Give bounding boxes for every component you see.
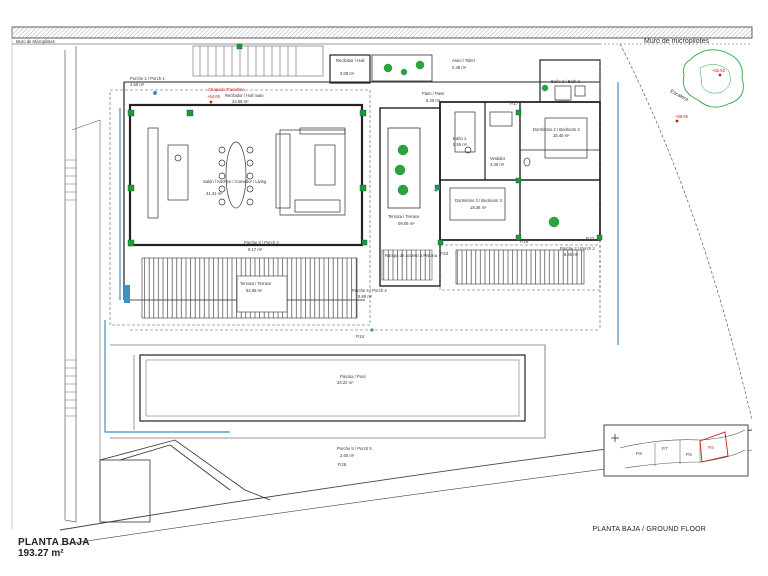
- level-mark-1: +64.00: [207, 94, 221, 99]
- floor-title: PLANTA BAJA: [18, 537, 90, 548]
- room-terrace-main-name: Terraza / Terrace: [240, 281, 272, 286]
- room-porch2-area: 8.60 m²: [564, 252, 579, 257]
- room-wc-name: Aseo / Toilet: [452, 58, 476, 63]
- wall-label-right: Muro de micropilotes: [644, 38, 709, 45]
- annotation-layer: Muro de Micropilotes Muro de micropilote…: [16, 38, 726, 467]
- level-mark-2: +62.93: [712, 68, 726, 73]
- pillar-p24: P.24: [356, 334, 365, 339]
- tree-canopy: [682, 49, 744, 108]
- room-dressing-area: 4.30 m²: [490, 162, 505, 167]
- room-hall-area: 22.58 m²: [232, 99, 249, 104]
- room-terrace-inner-name: Terraza / Terrace: [388, 214, 420, 219]
- room-bedroom3-name: Dormitorio 3 / Bedroom 3: [455, 198, 502, 203]
- room-terrace-main-area: 52.58 m²: [246, 288, 263, 293]
- pillar-p25: P.25: [520, 239, 529, 244]
- room-terrace-inner-area: 09.06 m²: [398, 221, 415, 226]
- room-porch4-name: Porche 4 / Porch 4: [352, 288, 387, 293]
- room-corridor-area: 5.20 m²: [426, 98, 441, 103]
- room-pool-area: 34.22 m²: [337, 380, 354, 385]
- hall-finish-label: Chapado Travertino: [208, 87, 245, 92]
- pool-note: Rampa de acceso a Piscina: [385, 253, 438, 258]
- pillar-p17: P.17: [510, 101, 519, 106]
- room-living-name: Salón / Kitchen / Comedor / Living: [203, 179, 267, 184]
- pillar-p23: P.23: [440, 251, 449, 256]
- room-bedroom2-name: Dormitorio 2 / Bedroom 2: [533, 127, 580, 132]
- room-lobby-name: Recibidor / Hall: [336, 58, 364, 63]
- room-porch5-area: 2.60 m²: [340, 453, 355, 458]
- room-bath2-name: Baño 2 / Bath 2: [551, 79, 581, 84]
- keymap-plot-p5: P.5: [708, 445, 714, 450]
- entrance-stair: [192, 45, 324, 77]
- room-porch4-area: 6.60 m²: [358, 294, 373, 299]
- keymap-plot-p7: P.7: [662, 446, 668, 451]
- room-porch3-name: Porche 3 / Porch 3: [244, 240, 279, 245]
- room-hall-name: Recibidor / Hall main: [225, 93, 264, 98]
- room-bedroom2-area: 15.40 m²: [553, 133, 570, 138]
- room-porch1-area: 4.50 m²: [130, 82, 145, 87]
- decking: [141, 249, 585, 319]
- floor-caption: PLANTA BAJA / GROUND FLOOR: [592, 526, 706, 533]
- room-corridor-name: Paso / Pass: [422, 91, 444, 96]
- room-porch2-name: Porche 2 / Porch 2: [560, 246, 595, 251]
- keymap-plot-p6: P.6: [686, 452, 692, 457]
- room-porch3-area: 9.17 m²: [248, 247, 263, 252]
- floor-area-block: PLANTA BAJA 193.27 m²: [18, 537, 90, 559]
- room-bath2-area: 3.84 m²: [555, 99, 570, 104]
- room-pool-name: Piscina / Pool: [340, 374, 365, 379]
- columns: [127, 43, 603, 247]
- wall-label-left: Muro de Micropilotes: [16, 39, 55, 44]
- room-bedroom3-area: 18.36 m²: [470, 205, 487, 210]
- floor-area: 193.27 m²: [18, 548, 64, 559]
- keymap: [603, 424, 749, 477]
- room-lobby-area: 3.08 m²: [340, 71, 355, 76]
- level-markers: [209, 73, 722, 123]
- pillar-p26: P.26: [338, 462, 347, 467]
- level-mark-3: +59.85: [675, 114, 689, 119]
- room-bath1-name: Baño 1: [453, 136, 467, 141]
- room-bath1-area: 5.55 m²: [453, 142, 468, 147]
- room-porch1-name: Porche 1 / Porch 1: [130, 76, 165, 81]
- room-porch5-name: Porche 5 / Porch 5: [337, 446, 372, 451]
- room-dressing-name: Vestidor: [490, 156, 506, 161]
- room-wc-area: 2.48 m²: [452, 65, 467, 70]
- pool: [110, 344, 546, 439]
- pillar-p22: P.22: [586, 236, 595, 241]
- room-living-area: 41.41 m²: [206, 191, 223, 196]
- keymap-plot-p8: P.8: [636, 451, 642, 456]
- floor-plan: Muro de Micropilotes Muro de micropilote…: [11, 26, 753, 546]
